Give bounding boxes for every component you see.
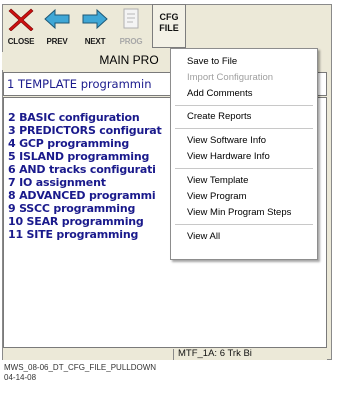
- menu-item-add-comments[interactable]: Add Comments: [187, 88, 252, 99]
- cfg-file-dropdown-menu: Save to File Import Configuration Add Co…: [170, 48, 318, 260]
- next-label: NEXT: [84, 37, 106, 46]
- cfg-file-button[interactable]: CFG FILE: [152, 4, 186, 48]
- document-icon: [123, 8, 139, 29]
- list-item[interactable]: 9 SSCC programming: [8, 202, 135, 215]
- menu-item-view-hardware-info[interactable]: View Hardware Info: [187, 151, 270, 162]
- menu-item-create-reports[interactable]: Create Reports: [187, 111, 251, 122]
- list-item[interactable]: 7 IO assignment: [8, 176, 106, 189]
- menu-separator: [175, 105, 313, 106]
- cfg-line2: FILE: [159, 23, 179, 33]
- list-item[interactable]: 5 ISLAND programming: [8, 150, 149, 163]
- caption: MWS_08-06_DT_CFG_FILE_PULLDOWN 04-14-08: [4, 363, 156, 383]
- menu-item-view-template[interactable]: View Template: [187, 175, 248, 186]
- cfg-file-label: CFG FILE: [153, 12, 185, 34]
- close-button[interactable]: CLOSE: [4, 4, 38, 48]
- status-bar: MTF_1A: 6 Trk Bi: [3, 348, 327, 360]
- prev-button[interactable]: PREV: [40, 4, 74, 48]
- status-segment: MTF_1A: 6 Trk Bi: [173, 348, 327, 360]
- menu-item-save-to-file[interactable]: Save to File: [187, 56, 237, 67]
- menu-separator: [175, 168, 313, 169]
- list-item[interactable]: 3 PREDICTORS configurat: [8, 124, 162, 137]
- prev-label: PREV: [46, 37, 68, 46]
- menu-item-import-configuration: Import Configuration: [187, 72, 274, 83]
- caption-line2: 04-14-08: [4, 373, 37, 382]
- toolbar: CLOSE PREV NEXT PROG CFG FILE: [2, 4, 328, 50]
- prog-label: PROG: [119, 37, 143, 46]
- caption-line1: MWS_08-06_DT_CFG_FILE_PULLDOWN: [4, 363, 157, 372]
- menu-item-view-all[interactable]: View All: [187, 231, 220, 242]
- menu-item-view-software-info[interactable]: View Software Info: [187, 135, 266, 146]
- status-text: MTF_1A: 6 Trk Bi: [178, 348, 252, 359]
- arrow-right-icon: [82, 8, 108, 30]
- list-item[interactable]: 10 SEAR programming: [8, 215, 144, 228]
- prog-button[interactable]: PROG: [114, 4, 148, 48]
- next-button[interactable]: NEXT: [78, 4, 112, 48]
- menu-item-view-program[interactable]: View Program: [187, 191, 247, 202]
- list-item[interactable]: 11 SITE programming: [8, 228, 138, 241]
- menu-item-view-min-program-steps[interactable]: View Min Program Steps: [187, 207, 291, 218]
- arrow-left-icon: [44, 8, 70, 30]
- list-item-template[interactable]: 1 TEMPLATE programmin: [7, 77, 152, 91]
- menu-separator: [175, 128, 313, 129]
- cfg-line1: CFG: [159, 12, 179, 22]
- list-item[interactable]: 4 GCP programming: [8, 137, 129, 150]
- menu-separator: [175, 224, 313, 225]
- list-item[interactable]: 8 ADVANCED programmi: [8, 189, 156, 202]
- list-item[interactable]: 6 AND tracks configurati: [8, 163, 156, 176]
- close-label: CLOSE: [7, 37, 35, 46]
- list-item[interactable]: 2 BASIC configuration: [8, 111, 140, 124]
- close-icon: [8, 8, 34, 31]
